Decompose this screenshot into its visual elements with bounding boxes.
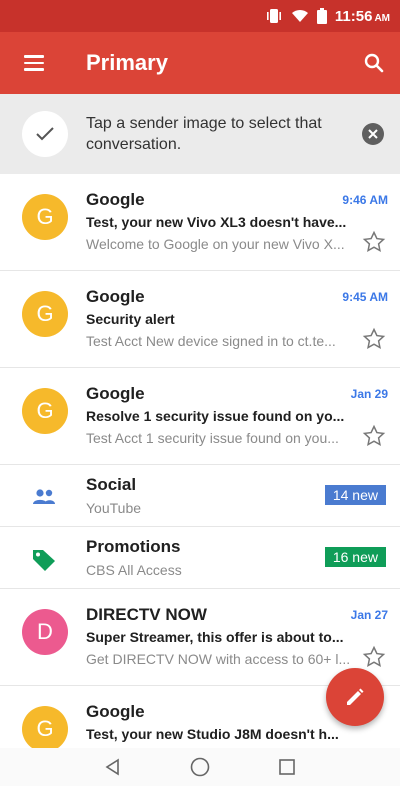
status-time: 11:56 [334, 7, 373, 25]
tag-icon [33, 550, 55, 571]
email-snippet: Test Acct 1 security issue found on you.… [86, 430, 339, 446]
category-sub: YouTube [86, 500, 142, 516]
email-snippet: Get DIRECTV NOW with access to 60+ l... [86, 651, 351, 667]
email-row[interactable]: G Google Jan 29 Resolve 1 security issue… [0, 368, 400, 465]
back-icon[interactable] [103, 757, 123, 777]
email-sender: Google [86, 190, 145, 209]
close-icon[interactable] [362, 123, 384, 145]
email-snippet: Test Acct New device signed in to ct.te.… [86, 333, 336, 349]
email-subject: Test, your new Vivo XL3 doesn't have... [86, 214, 347, 230]
star-icon[interactable] [362, 424, 386, 448]
email-row[interactable]: G Google 9:46 AM Test, your new Vivo XL3… [0, 174, 400, 271]
email-sender: DIRECTV NOW [86, 605, 207, 624]
avatar[interactable]: D [22, 609, 68, 655]
email-sender: Google [86, 702, 145, 721]
status-bar: 11:56 AM [0, 0, 400, 32]
category-promotions[interactable]: Promotions CBS All Access 16 new [0, 527, 400, 589]
new-count-badge: 14 new [324, 485, 386, 505]
email-subject: Super Streamer, this offer is about to..… [86, 629, 344, 645]
pencil-icon [347, 688, 364, 705]
recents-icon[interactable] [277, 757, 297, 777]
category-name: Promotions [86, 537, 181, 556]
search-icon[interactable] [362, 51, 386, 75]
avatar[interactable]: G [22, 194, 68, 240]
app-bar: Primary [0, 32, 400, 94]
email-subject: Test, your new Studio J8M doesn't h... [86, 726, 339, 742]
email-sender: Google [86, 384, 145, 403]
home-icon[interactable] [189, 756, 211, 778]
vibrate-icon [265, 8, 283, 24]
check-icon [22, 111, 68, 157]
email-time: Jan 29 [350, 387, 388, 401]
new-count-badge: 16 new [324, 547, 386, 567]
menu-icon[interactable] [24, 55, 54, 71]
tip-text: Tap a sender image to select that conver… [86, 115, 322, 153]
email-subject: Security alert [86, 311, 175, 327]
category-sub: CBS All Access [86, 562, 182, 578]
email-time: 9:46 AM [342, 193, 388, 207]
system-nav-bar [0, 748, 400, 786]
category-name: Social [86, 475, 137, 494]
compose-button[interactable] [326, 668, 384, 726]
battery-icon [316, 8, 327, 24]
tip-banner: Tap a sender image to select that conver… [0, 94, 400, 174]
star-icon[interactable] [362, 230, 386, 254]
page-title: Primary [86, 50, 168, 75]
people-icon [33, 489, 55, 504]
star-icon[interactable] [362, 327, 386, 351]
email-subject: Resolve 1 security issue found on yo... [86, 408, 345, 424]
status-ampm: AM [374, 12, 390, 24]
star-icon[interactable] [362, 645, 386, 669]
email-sender: Google [86, 287, 145, 306]
email-time: 9:45 AM [342, 290, 388, 304]
conversation-list: G Google 9:46 AM Test, your new Vivo XL3… [0, 174, 400, 752]
email-row[interactable]: G Google 9:45 AM Security alert Test Acc… [0, 271, 400, 368]
category-social[interactable]: Social YouTube 14 new [0, 465, 400, 527]
avatar[interactable]: G [22, 706, 68, 752]
avatar[interactable]: G [22, 291, 68, 337]
email-snippet: Welcome to Google on your new Vivo X... [86, 236, 345, 252]
avatar[interactable]: G [22, 388, 68, 434]
wifi-icon [291, 9, 309, 23]
email-time: Jan 27 [350, 608, 388, 622]
